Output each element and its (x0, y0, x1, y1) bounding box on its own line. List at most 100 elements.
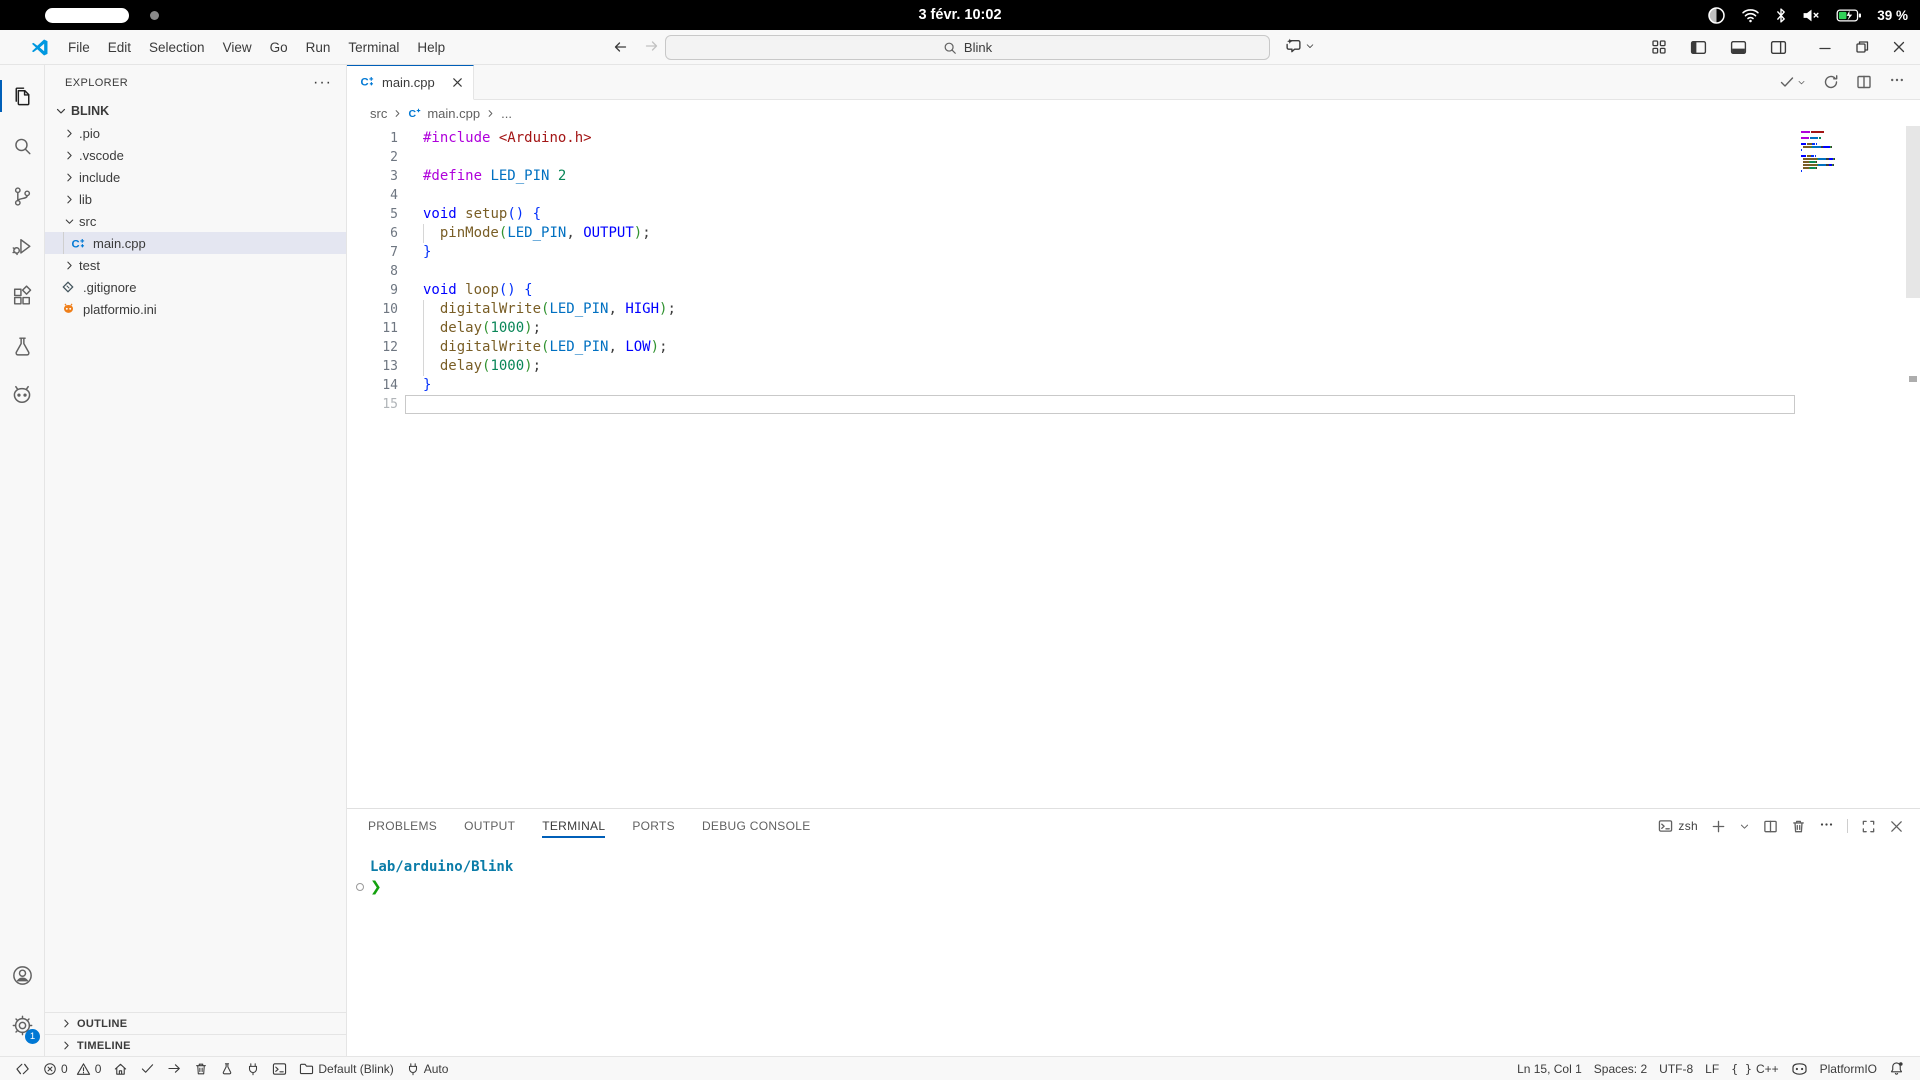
code-line[interactable]: 5void setup() { (347, 205, 1920, 224)
panel-more-actions-icon[interactable] (1819, 817, 1834, 835)
activity-testing[interactable] (0, 321, 44, 371)
tree-root-blink[interactable]: BLINK (45, 100, 346, 122)
activity-extensions[interactable] (0, 271, 44, 321)
tab-close-icon[interactable] (451, 76, 464, 89)
battery-icon[interactable] (1836, 8, 1862, 23)
menu-go[interactable]: Go (261, 37, 297, 58)
pio-clean-icon[interactable] (188, 1058, 214, 1080)
menu-edit[interactable]: Edit (99, 37, 140, 58)
panel-tab-ports[interactable]: PORTS (632, 809, 675, 843)
toggle-primary-sidebar-icon[interactable] (1690, 40, 1707, 55)
pio-serial-monitor-icon[interactable] (240, 1058, 266, 1080)
pio-home-icon[interactable] (107, 1058, 134, 1080)
eol-sequence[interactable]: LF (1699, 1058, 1725, 1080)
volume-muted-icon[interactable] (1802, 8, 1821, 23)
tree-folder-pio[interactable]: .pio (45, 122, 346, 144)
toggle-secondary-sidebar-icon[interactable] (1770, 40, 1787, 55)
pio-env-switcher[interactable]: Default (Blink) (293, 1058, 399, 1080)
menu-selection[interactable]: Selection (140, 37, 214, 58)
minimap[interactable] (1795, 131, 1906, 176)
activity-run-debug[interactable] (0, 221, 44, 271)
editor-scrollbar[interactable] (1906, 126, 1920, 298)
new-terminal-icon[interactable] (1711, 819, 1726, 834)
menu-help[interactable]: Help (408, 37, 454, 58)
sidebar-section-outline[interactable]: OUTLINE (45, 1012, 346, 1034)
panel-tab-debug-console[interactable]: DEBUG CONSOLE (702, 809, 811, 843)
toggle-panel-icon[interactable] (1730, 40, 1747, 55)
activity-search[interactable] (0, 121, 44, 171)
split-editor-icon[interactable] (1856, 74, 1872, 90)
tree-folder-lib[interactable]: lib (45, 188, 346, 210)
code-line[interactable]: 14} (347, 376, 1920, 395)
code-line[interactable]: 2 (347, 148, 1920, 167)
kill-terminal-icon[interactable] (1791, 819, 1806, 834)
pio-new-terminal-icon[interactable] (266, 1058, 293, 1080)
menu-run[interactable]: Run (297, 37, 340, 58)
code-line[interactable]: 12 digitalWrite(LED_PIN, LOW); (347, 338, 1920, 357)
cursor-position[interactable]: Ln 15, Col 1 (1511, 1058, 1588, 1080)
sidebar-section-timeline[interactable]: TIMELINE (45, 1034, 346, 1056)
panel-tab-terminal[interactable]: TERMINAL (542, 809, 605, 843)
language-mode[interactable]: { } C++ (1725, 1058, 1784, 1080)
bluetooth-icon[interactable] (1775, 7, 1787, 24)
pio-upload-icon[interactable] (161, 1058, 188, 1080)
activity-explorer[interactable] (0, 71, 44, 121)
code-line[interactable]: 3#define LED_PIN 2 (347, 167, 1920, 186)
encoding[interactable]: UTF-8 (1653, 1058, 1699, 1080)
platformio-status[interactable]: PlatformIO (1814, 1058, 1883, 1080)
command-center-search[interactable]: Blink (665, 35, 1270, 60)
copilot-chat-icon[interactable] (1285, 37, 1302, 54)
breadcrumb-folder[interactable]: src (370, 106, 387, 121)
tree-file-gitignore[interactable]: .gitignore (45, 276, 346, 298)
window-minimize-icon[interactable] (1818, 40, 1832, 54)
code-line[interactable]: 11 delay(1000); (347, 319, 1920, 338)
pio-build-icon[interactable] (134, 1058, 161, 1080)
window-close-icon[interactable] (1892, 40, 1906, 54)
tree-folder-include[interactable]: include (45, 166, 346, 188)
code-editor[interactable]: 1#include <Arduino.h>23#define LED_PIN 2… (347, 126, 1920, 808)
system-tray[interactable]: 39 % (1707, 0, 1908, 30)
copilot-status-icon[interactable] (1785, 1058, 1814, 1080)
activity-source-control[interactable] (0, 171, 44, 221)
pio-serial-port[interactable]: Auto (400, 1058, 455, 1080)
dark-mode-moon-icon[interactable] (1707, 6, 1726, 25)
panel-tab-output[interactable]: OUTPUT (464, 809, 515, 843)
pio-test-icon[interactable] (214, 1058, 240, 1080)
indentation[interactable]: Spaces: 2 (1588, 1058, 1653, 1080)
code-line[interactable]: 13 delay(1000); (347, 357, 1920, 376)
breadcrumb-file[interactable]: main.cpp (427, 106, 480, 121)
notifications-bell-icon[interactable] (1883, 1058, 1910, 1080)
tree-file-main-cpp[interactable]: C main.cpp (45, 232, 346, 254)
split-terminal-icon[interactable] (1763, 819, 1778, 834)
code-line[interactable]: 8 (347, 262, 1920, 281)
code-line[interactable]: 6 pinMode(LED_PIN, OUTPUT); (347, 224, 1920, 243)
tree-folder-test[interactable]: test (45, 254, 346, 276)
terminal-content[interactable]: Lab/arduino/Blink ❯ (347, 843, 1920, 1056)
problems-indicator[interactable]: 0 0 (37, 1058, 107, 1080)
nav-forward-icon[interactable] (644, 38, 660, 57)
panel-tab-problems[interactable]: PROBLEMS (368, 809, 437, 843)
chevron-down-icon[interactable] (1305, 41, 1315, 51)
settings-gear-icon[interactable]: 1 (0, 1000, 44, 1050)
shell-selector[interactable]: zsh (1658, 819, 1698, 833)
menu-view[interactable]: View (214, 37, 261, 58)
code-line[interactable]: 10 digitalWrite(LED_PIN, HIGH); (347, 300, 1920, 319)
maximize-panel-icon[interactable] (1861, 819, 1876, 834)
refresh-icon[interactable] (1823, 74, 1839, 90)
command-decoration-icon[interactable] (356, 883, 364, 891)
breadcrumb-symbol[interactable]: ... (501, 106, 512, 121)
nav-back-icon[interactable] (612, 39, 628, 55)
code-line[interactable]: 4 (347, 186, 1920, 205)
run-tasks-icon[interactable] (1779, 74, 1806, 90)
customize-layout-icon[interactable] (1651, 39, 1667, 55)
more-actions-icon[interactable] (1889, 72, 1905, 93)
window-restore-icon[interactable] (1855, 40, 1869, 54)
system-clock[interactable]: 3 févr. 10:02 (0, 0, 1920, 30)
terminal-dropdown-icon[interactable] (1739, 821, 1750, 832)
code-line[interactable]: 1#include <Arduino.h> (347, 129, 1920, 148)
wifi-icon[interactable] (1741, 7, 1760, 23)
tree-folder-src[interactable]: src (45, 210, 346, 232)
activity-platformio[interactable] (0, 371, 44, 421)
menu-terminal[interactable]: Terminal (339, 37, 408, 58)
accounts-icon[interactable] (0, 950, 44, 1000)
